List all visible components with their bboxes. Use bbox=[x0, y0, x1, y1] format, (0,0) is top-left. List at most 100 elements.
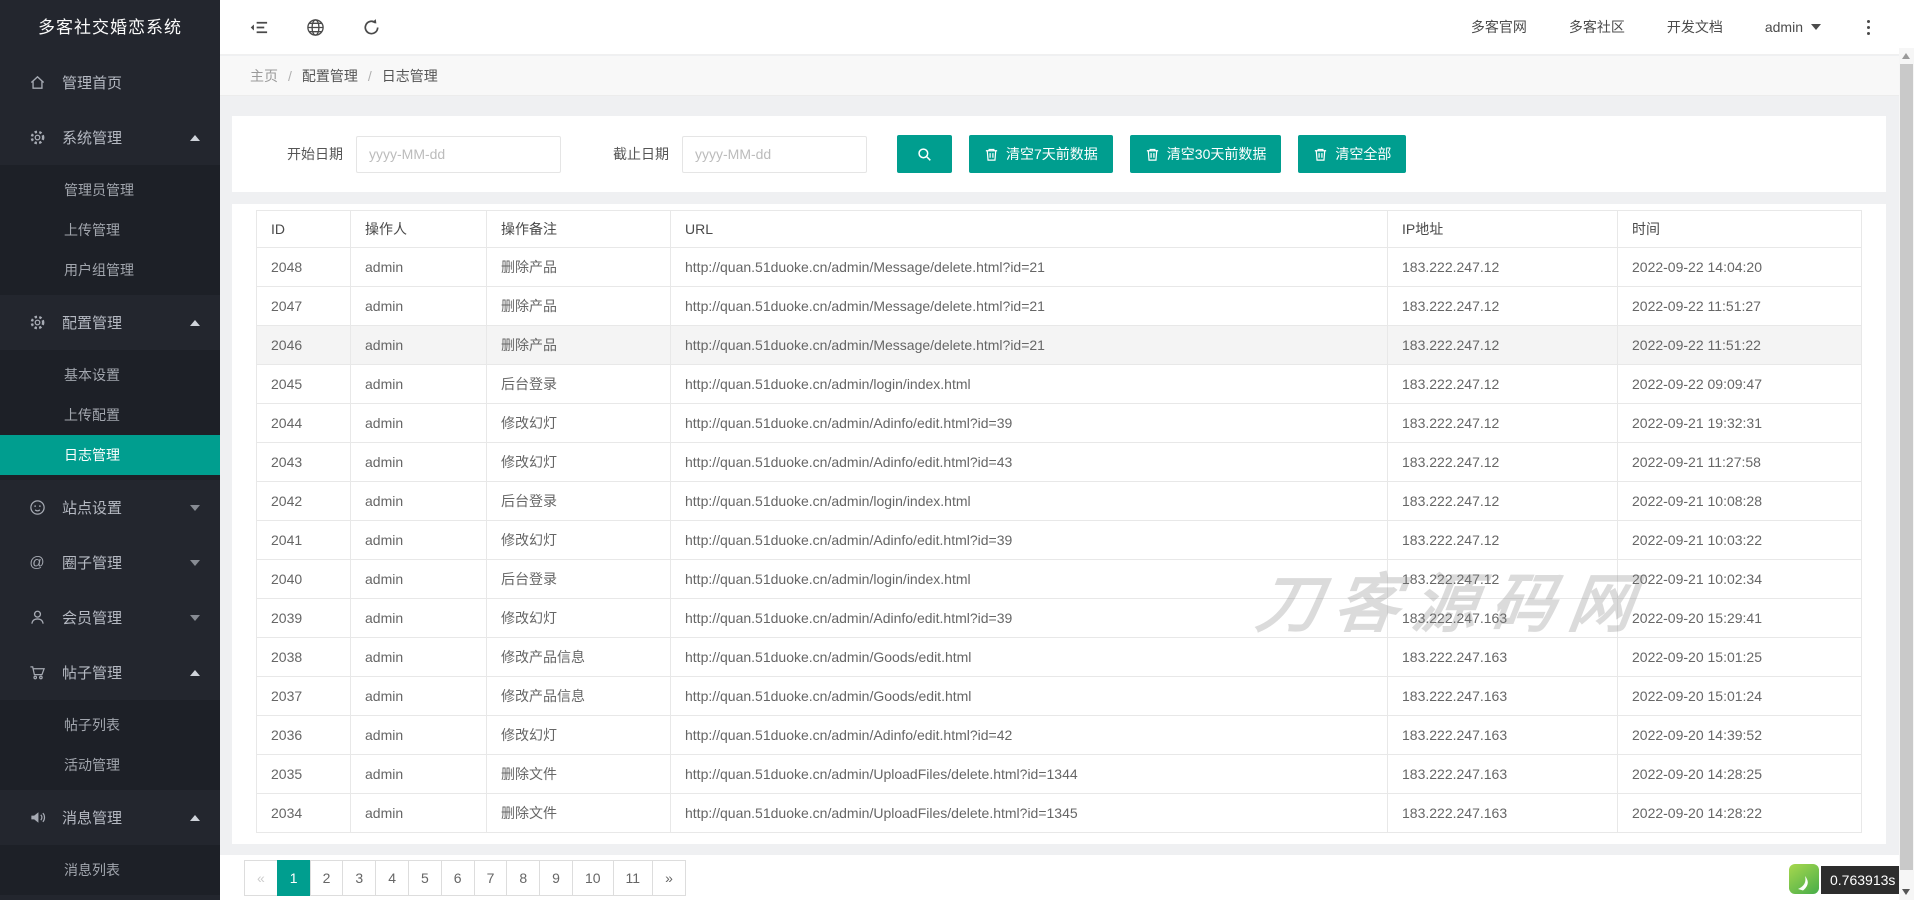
page-button-9[interactable]: 9 bbox=[539, 860, 573, 896]
page-button-8[interactable]: 8 bbox=[506, 860, 540, 896]
chevron-down-icon bbox=[190, 615, 200, 621]
table-cell: http://quan.51duoke.cn/admin/Adinfo/edit… bbox=[671, 443, 1388, 482]
page-next-button[interactable]: » bbox=[652, 860, 686, 896]
search-button[interactable] bbox=[897, 135, 952, 173]
chevron-up-icon bbox=[190, 320, 200, 326]
page-button-10[interactable]: 10 bbox=[572, 860, 614, 896]
sidebar-item-6[interactable]: 帖子管理 bbox=[0, 645, 220, 700]
breadcrumb-home[interactable]: 主页 bbox=[250, 66, 278, 86]
start-date-input[interactable] bbox=[356, 136, 561, 173]
column-header: 操作备注 bbox=[487, 211, 671, 248]
page-button-1[interactable]: 1 bbox=[277, 860, 311, 896]
clear-7days-label: 清空7天前数据 bbox=[1006, 144, 1098, 164]
table-row[interactable]: 2035admin删除文件http://quan.51duoke.cn/admi… bbox=[257, 755, 1862, 794]
submenu-item[interactable]: 基本设置 bbox=[0, 355, 220, 395]
chevron-up-icon bbox=[190, 815, 200, 821]
user-menu[interactable]: admin bbox=[1765, 19, 1821, 35]
sidebar-item-4[interactable]: @圈子管理 bbox=[0, 535, 220, 590]
clear-30days-button[interactable]: 清空30天前数据 bbox=[1130, 135, 1282, 173]
clear-30days-label: 清空30天前数据 bbox=[1167, 144, 1267, 164]
start-date-label: 开始日期 bbox=[287, 144, 343, 164]
table-row[interactable]: 2034admin删除文件http://quan.51duoke.cn/admi… bbox=[257, 794, 1862, 833]
page-button-6[interactable]: 6 bbox=[441, 860, 475, 896]
sidebar-item-2[interactable]: 配置管理 bbox=[0, 295, 220, 350]
page-scrollbar[interactable] bbox=[1899, 48, 1914, 900]
submenu-item[interactable]: 用户组管理 bbox=[0, 250, 220, 290]
page-button-5[interactable]: 5 bbox=[408, 860, 442, 896]
table-cell: 2034 bbox=[257, 794, 351, 833]
page-button-7[interactable]: 7 bbox=[474, 860, 508, 896]
table-row[interactable]: 2048admin删除产品http://quan.51duoke.cn/admi… bbox=[257, 248, 1862, 287]
sidebar-item-1[interactable]: 系统管理 bbox=[0, 110, 220, 165]
table-row[interactable]: 2036admin修改幻灯http://quan.51duoke.cn/admi… bbox=[257, 716, 1862, 755]
table-cell: 2022-09-20 15:01:25 bbox=[1618, 638, 1862, 677]
table-cell: admin bbox=[351, 326, 487, 365]
collapse-icon[interactable] bbox=[248, 16, 270, 38]
page-prev-button[interactable]: « bbox=[244, 860, 278, 896]
sidebar-item-3[interactable]: 站点设置 bbox=[0, 480, 220, 535]
page-button-2[interactable]: 2 bbox=[310, 860, 344, 896]
kebab-icon[interactable] bbox=[1863, 16, 1874, 39]
refresh-icon[interactable] bbox=[360, 16, 382, 38]
breadcrumb-config[interactable]: 配置管理 bbox=[302, 66, 358, 86]
breadcrumb-separator: / bbox=[288, 68, 292, 84]
scrollbar-thumb[interactable] bbox=[1900, 64, 1913, 870]
submenu-item[interactable]: 管理员管理 bbox=[0, 170, 220, 210]
page-button-11[interactable]: 11 bbox=[613, 860, 654, 896]
page-button-3[interactable]: 3 bbox=[342, 860, 376, 896]
table-row[interactable]: 2037admin修改产品信息http://quan.51duoke.cn/ad… bbox=[257, 677, 1862, 716]
table-cell: 183.222.247.12 bbox=[1388, 521, 1618, 560]
chevron-down-icon bbox=[190, 505, 200, 511]
clear-all-button[interactable]: 清空全部 bbox=[1298, 135, 1406, 173]
end-date-input[interactable] bbox=[682, 136, 867, 173]
topbar-link-official[interactable]: 多客官网 bbox=[1471, 17, 1527, 37]
table-cell: admin bbox=[351, 560, 487, 599]
table-cell: 2046 bbox=[257, 326, 351, 365]
table-cell: 2022-09-22 09:09:47 bbox=[1618, 365, 1862, 404]
table-cell: 2022-09-21 10:02:34 bbox=[1618, 560, 1862, 599]
table-cell: 删除产品 bbox=[487, 248, 671, 287]
table-row[interactable]: 2043admin修改幻灯http://quan.51duoke.cn/admi… bbox=[257, 443, 1862, 482]
table-row[interactable]: 2046admin删除产品http://quan.51duoke.cn/admi… bbox=[257, 326, 1862, 365]
table-cell: 修改幻灯 bbox=[487, 599, 671, 638]
topbar-link-docs[interactable]: 开发文档 bbox=[1667, 17, 1723, 37]
table-cell: admin bbox=[351, 443, 487, 482]
table-cell: 后台登录 bbox=[487, 365, 671, 404]
table-row[interactable]: 2047admin删除产品http://quan.51duoke.cn/admi… bbox=[257, 287, 1862, 326]
log-table: ID操作人操作备注URLIP地址时间 2048admin删除产品http://q… bbox=[256, 210, 1862, 833]
table-row[interactable]: 2042admin后台登录http://quan.51duoke.cn/admi… bbox=[257, 482, 1862, 521]
submenu-2: 基本设置上传配置日志管理 bbox=[0, 350, 220, 480]
submenu-item[interactable]: 上传管理 bbox=[0, 210, 220, 250]
sidebar-item-label: 会员管理 bbox=[62, 607, 122, 628]
sidebar-item-5[interactable]: 会员管理 bbox=[0, 590, 220, 645]
table-row[interactable]: 2041admin修改幻灯http://quan.51duoke.cn/admi… bbox=[257, 521, 1862, 560]
table-cell: 2022-09-20 14:39:52 bbox=[1618, 716, 1862, 755]
app-title: 多客社交婚恋系统 bbox=[0, 0, 220, 55]
column-header: IP地址 bbox=[1388, 211, 1618, 248]
scroll-up-arrow-icon[interactable] bbox=[1902, 53, 1910, 59]
submenu-item[interactable]: 上传配置 bbox=[0, 395, 220, 435]
table-row[interactable]: 2038admin修改产品信息http://quan.51duoke.cn/ad… bbox=[257, 638, 1862, 677]
table-cell: admin bbox=[351, 677, 487, 716]
table-cell: admin bbox=[351, 755, 487, 794]
table-row[interactable]: 2045admin后台登录http://quan.51duoke.cn/admi… bbox=[257, 365, 1862, 404]
sidebar-item-label: 管理首页 bbox=[62, 72, 122, 93]
table-cell: http://quan.51duoke.cn/admin/login/index… bbox=[671, 560, 1388, 599]
table-cell: 2041 bbox=[257, 521, 351, 560]
clear-7days-button[interactable]: 清空7天前数据 bbox=[969, 135, 1113, 173]
globe-icon[interactable] bbox=[304, 16, 326, 38]
submenu-item[interactable]: 帖子列表 bbox=[0, 705, 220, 745]
scroll-down-arrow-icon[interactable] bbox=[1902, 889, 1910, 895]
table-cell: http://quan.51duoke.cn/admin/Goods/edit.… bbox=[671, 677, 1388, 716]
table-row[interactable]: 2040admin后台登录http://quan.51duoke.cn/admi… bbox=[257, 560, 1862, 599]
submenu-item[interactable]: 消息列表 bbox=[0, 850, 220, 890]
table-row[interactable]: 2044admin修改幻灯http://quan.51duoke.cn/admi… bbox=[257, 404, 1862, 443]
submenu-item[interactable]: 日志管理 bbox=[0, 435, 220, 475]
sidebar-item-0[interactable]: 管理首页 bbox=[0, 55, 220, 110]
table-row[interactable]: 2039admin修改幻灯http://quan.51duoke.cn/admi… bbox=[257, 599, 1862, 638]
submenu-item[interactable]: 活动管理 bbox=[0, 745, 220, 785]
sidebar-item-7[interactable]: 消息管理 bbox=[0, 790, 220, 845]
topbar-link-community[interactable]: 多客社区 bbox=[1569, 17, 1625, 37]
page-button-4[interactable]: 4 bbox=[375, 860, 409, 896]
table-cell: admin bbox=[351, 365, 487, 404]
